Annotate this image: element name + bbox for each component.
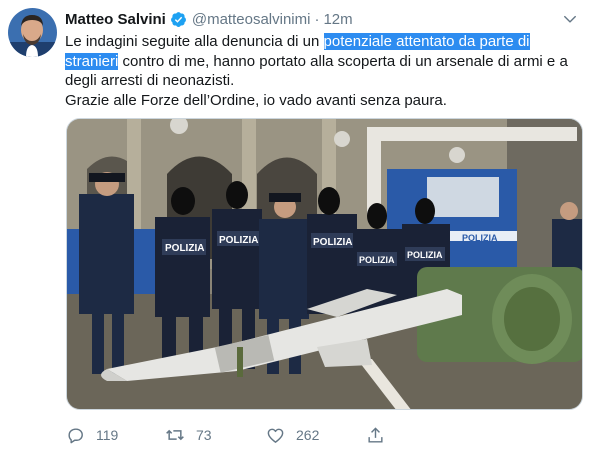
retweet-button[interactable]: 73 bbox=[164, 424, 264, 446]
tweet-photo[interactable]: POLIZIA POLIZIA POLIZIA POLIZIA POLIZIA … bbox=[66, 118, 583, 410]
display-name[interactable]: Matteo Salvini bbox=[65, 11, 166, 28]
tweet-text: Le indagini seguite alla denuncia di un … bbox=[65, 32, 575, 110]
tweet-paragraph-2: Grazie alle Forze dell’Ordine, io vado a… bbox=[65, 91, 447, 109]
avatar[interactable] bbox=[8, 8, 57, 57]
verified-badge-icon bbox=[170, 11, 187, 28]
reply-button[interactable]: 119 bbox=[64, 424, 164, 446]
truck-sign: POLIZIA bbox=[462, 233, 498, 243]
reply-count: 119 bbox=[96, 427, 119, 443]
tweet-actions: 119 73 262 bbox=[64, 423, 504, 447]
vest-label-1: POLIZIA bbox=[165, 243, 204, 254]
handle[interactable]: @matteosalvinimi bbox=[192, 11, 311, 28]
reply-icon bbox=[64, 424, 86, 446]
vest-label-5: POLIZIA bbox=[407, 250, 443, 260]
like-button[interactable]: 262 bbox=[264, 424, 364, 446]
tweet-text-post: contro di me, hanno portato alla scopert… bbox=[65, 52, 568, 90]
tweet-header: Matteo Salvini @matteosalvinimi · 12m bbox=[65, 9, 353, 29]
heart-icon bbox=[264, 424, 286, 446]
like-count: 262 bbox=[296, 427, 320, 443]
timestamp[interactable]: 12m bbox=[323, 11, 352, 28]
share-button[interactable] bbox=[364, 424, 464, 446]
vest-label-2: POLIZIA bbox=[219, 235, 258, 246]
tweet: Matteo Salvini @matteosalvinimi · 12m Le… bbox=[0, 0, 590, 453]
retweet-count: 73 bbox=[196, 427, 212, 443]
vest-label-3: POLIZIA bbox=[313, 237, 352, 248]
retweet-icon bbox=[164, 424, 186, 446]
vest-label-4: POLIZIA bbox=[359, 255, 395, 265]
share-icon bbox=[364, 424, 386, 446]
separator-dot: · bbox=[314, 10, 320, 28]
tweet-text-pre: Le indagini seguite alla denuncia di un bbox=[65, 33, 324, 50]
tweet-paragraph-1: Le indagini seguite alla denuncia di un … bbox=[65, 32, 575, 91]
more-options-chevron-down-icon[interactable] bbox=[560, 9, 580, 29]
